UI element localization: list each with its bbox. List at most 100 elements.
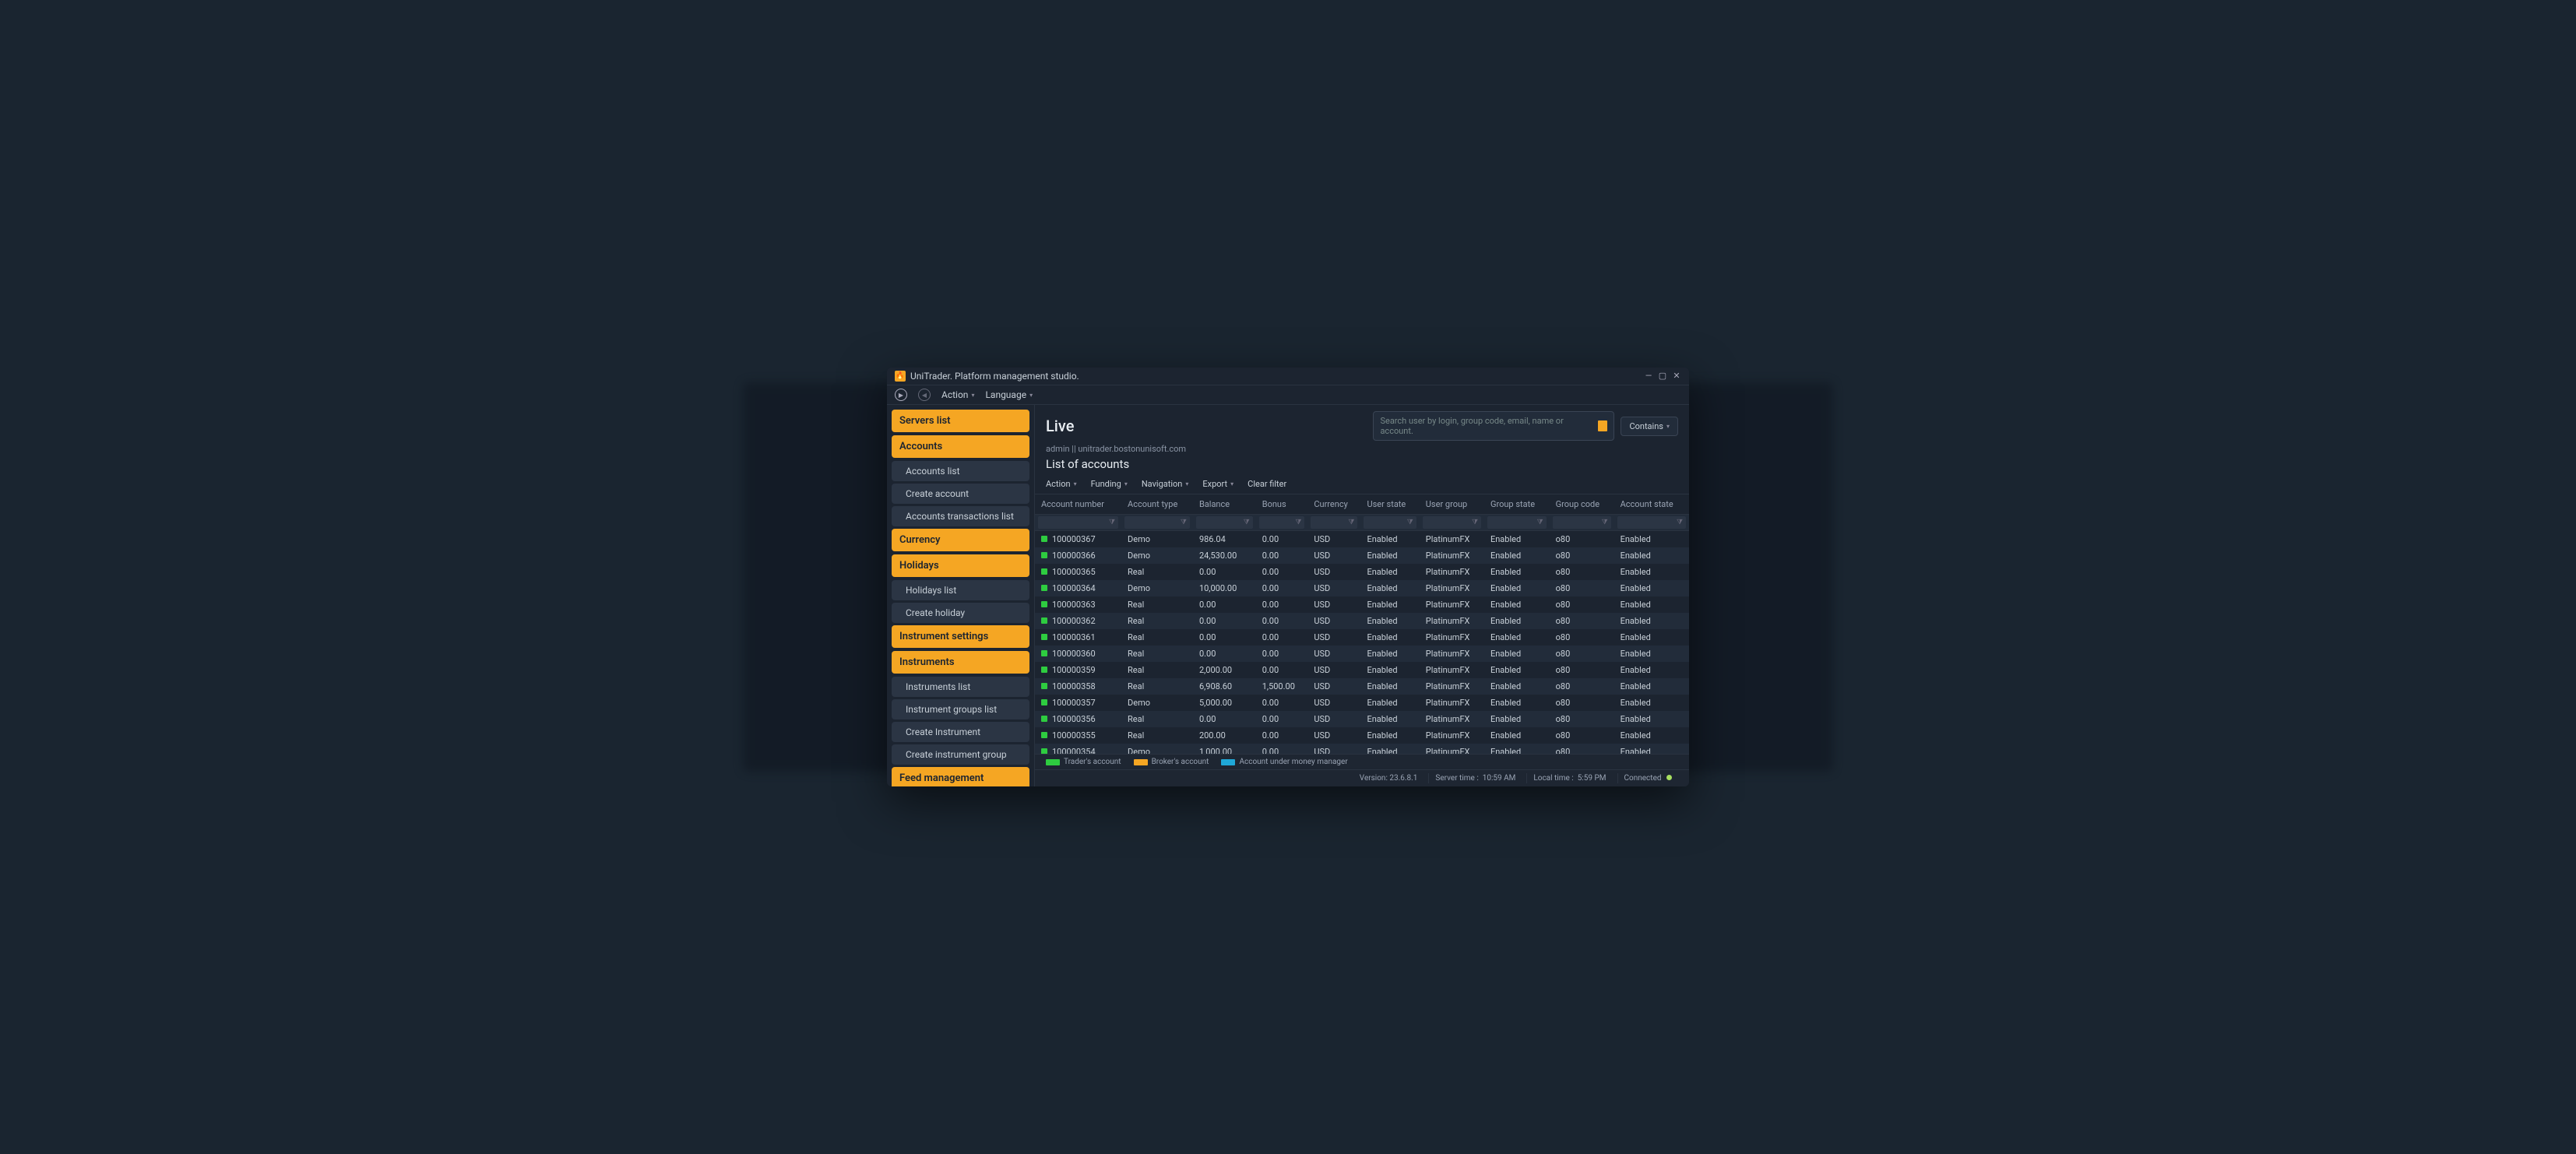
sidebar-section-instruments[interactable]: Instruments — [892, 651, 1029, 674]
column-header[interactable]: Bonus — [1256, 494, 1308, 515]
table-row[interactable]: 100000354Demo1,000.000.00USDEnabledPlati… — [1035, 744, 1689, 754]
maximize-icon[interactable]: ▢ — [1658, 371, 1667, 381]
nav-forward-icon[interactable]: ▶ — [895, 389, 907, 401]
status-connection: Connected — [1617, 773, 1679, 783]
column-header[interactable]: Group code — [1550, 494, 1614, 515]
column-filter-input[interactable]: ⧩ — [1196, 516, 1253, 529]
sidebar-section-accounts[interactable]: Accounts — [892, 435, 1029, 458]
table-cell: Enabled — [1484, 678, 1550, 695]
filter-icon: ⧩ — [1677, 519, 1683, 526]
account-status-dot-icon — [1041, 667, 1047, 673]
column-filter-input[interactable]: ⧩ — [1553, 516, 1611, 529]
table-cell: Enabled — [1484, 662, 1550, 678]
sidebar-section-servers-list[interactable]: Servers list — [892, 410, 1029, 432]
table-cell: Enabled — [1360, 662, 1419, 678]
search-dropdown-handle[interactable] — [1598, 420, 1607, 431]
table-row[interactable]: 100000356Real0.000.00USDEnabledPlatinumF… — [1035, 711, 1689, 727]
table-cell: Enabled — [1614, 711, 1689, 727]
column-filter-input[interactable]: ⧩ — [1617, 516, 1686, 529]
table-cell: Enabled — [1614, 727, 1689, 744]
clear-filter-button[interactable]: Clear filter — [1248, 479, 1286, 489]
table-cell: 0.00 — [1193, 646, 1256, 662]
table-cell: o80 — [1550, 547, 1614, 564]
page-title: Live — [1046, 417, 1074, 435]
table-cell: Enabled — [1360, 695, 1419, 711]
table-cell: PlatinumFX — [1420, 727, 1484, 744]
table-cell: Demo — [1121, 695, 1193, 711]
sidebar-item-holidays-list[interactable]: Holidays list — [892, 580, 1029, 600]
sidebar-section-instrument-settings[interactable]: Instrument settings — [892, 625, 1029, 648]
column-filter-input[interactable]: ⧩ — [1038, 516, 1118, 529]
sidebar-item-instruments-list[interactable]: Instruments list — [892, 677, 1029, 697]
table-cell: Real — [1121, 662, 1193, 678]
filter-mode-dropdown[interactable]: Contains ▾ — [1621, 417, 1678, 436]
sidebar-section-currency[interactable]: Currency — [892, 529, 1029, 551]
table-navigation-menu[interactable]: Navigation ▾ — [1142, 479, 1189, 489]
column-header[interactable]: Account state — [1614, 494, 1689, 515]
table-row[interactable]: 100000364Demo10,000.000.00USDEnabledPlat… — [1035, 580, 1689, 596]
table-cell: Enabled — [1484, 629, 1550, 646]
table-cell: Enabled — [1614, 678, 1689, 695]
table-cell: Demo — [1121, 547, 1193, 564]
table-row[interactable]: 100000360Real0.000.00USDEnabledPlatinumF… — [1035, 646, 1689, 662]
table-cell: Real — [1121, 646, 1193, 662]
table-cell: 200.00 — [1193, 727, 1256, 744]
search-input[interactable]: Search user by login, group code, email,… — [1373, 411, 1614, 441]
sidebar-item-accounts-list[interactable]: Accounts list — [892, 461, 1029, 481]
table-row[interactable]: 100000355Real200.000.00USDEnabledPlatinu… — [1035, 727, 1689, 744]
table-cell: 0.00 — [1256, 662, 1308, 678]
table-row[interactable]: 100000366Demo24,530.000.00USDEnabledPlat… — [1035, 547, 1689, 564]
sidebar-item-accounts-transactions-list[interactable]: Accounts transactions list — [892, 506, 1029, 526]
sidebar-item-instrument-groups-list[interactable]: Instrument groups list — [892, 699, 1029, 719]
table-cell: USD — [1307, 646, 1360, 662]
account-status-dot-icon — [1041, 536, 1047, 542]
column-header[interactable]: Account number — [1035, 494, 1121, 515]
sidebar-item-create-instrument[interactable]: Create Instrument — [892, 722, 1029, 742]
column-filter-input[interactable]: ⧩ — [1124, 516, 1190, 529]
table-action-menu[interactable]: Action ▾ — [1046, 479, 1077, 489]
table-row[interactable]: 100000367Demo986.040.00USDEnabledPlatinu… — [1035, 531, 1689, 548]
table-cell: Enabled — [1484, 596, 1550, 613]
table-cell: 100000362 — [1035, 613, 1121, 629]
column-header[interactable]: Currency — [1307, 494, 1360, 515]
column-header[interactable]: Account type — [1121, 494, 1193, 515]
table-export-menu[interactable]: Export ▾ — [1202, 479, 1233, 489]
column-header[interactable]: User state — [1360, 494, 1419, 515]
table-row[interactable]: 100000365Real0.000.00USDEnabledPlatinumF… — [1035, 564, 1689, 580]
table-row[interactable]: 100000358Real6,908.601,500.00USDEnabledP… — [1035, 678, 1689, 695]
table-cell: 100000355 — [1035, 727, 1121, 744]
table-cell: USD — [1307, 727, 1360, 744]
column-header[interactable]: Balance — [1193, 494, 1256, 515]
sidebar-item-create-account[interactable]: Create account — [892, 484, 1029, 504]
minimize-icon[interactable]: — — [1644, 371, 1653, 381]
table-cell: o80 — [1550, 662, 1614, 678]
column-filter-input[interactable]: ⧩ — [1364, 516, 1416, 529]
table-cell: PlatinumFX — [1420, 662, 1484, 678]
table-row[interactable]: 100000362Real0.000.00USDEnabledPlatinumF… — [1035, 613, 1689, 629]
table-row[interactable]: 100000363Real0.000.00USDEnabledPlatinumF… — [1035, 596, 1689, 613]
language-menu[interactable]: Language ▾ — [985, 389, 1033, 400]
table-row[interactable]: 100000357Demo5,000.000.00USDEnabledPlati… — [1035, 695, 1689, 711]
sidebar-section-feed-management[interactable]: Feed management — [892, 767, 1029, 786]
table-funding-menu[interactable]: Funding ▾ — [1091, 479, 1128, 489]
column-filter-input[interactable]: ⧩ — [1259, 516, 1305, 529]
table-cell: 10,000.00 — [1193, 580, 1256, 596]
accounts-table-wrap[interactable]: Account numberAccount typeBalanceBonusCu… — [1035, 494, 1689, 754]
column-filter-input[interactable]: ⧩ — [1311, 516, 1357, 529]
action-menu[interactable]: Action ▾ — [941, 389, 974, 400]
close-icon[interactable]: ✕ — [1672, 371, 1681, 381]
nav-back-icon[interactable]: ◀ — [918, 389, 931, 401]
sidebar-item-create-instrument-group[interactable]: Create instrument group — [892, 744, 1029, 765]
sidebar-item-create-holiday[interactable]: Create holiday — [892, 603, 1029, 623]
table-cell: 100000359 — [1035, 662, 1121, 678]
language-menu-label: Language — [985, 389, 1026, 400]
column-filter-input[interactable]: ⧩ — [1423, 516, 1481, 529]
sidebar-section-holidays[interactable]: Holidays — [892, 554, 1029, 577]
column-header[interactable]: Group state — [1484, 494, 1550, 515]
column-filter-input[interactable]: ⧩ — [1487, 516, 1547, 529]
table-row[interactable]: 100000361Real0.000.00USDEnabledPlatinumF… — [1035, 629, 1689, 646]
legend-swatch-trader — [1046, 759, 1060, 765]
table-row[interactable]: 100000359Real2,000.000.00USDEnabledPlati… — [1035, 662, 1689, 678]
column-header[interactable]: User group — [1420, 494, 1484, 515]
table-cell: Real — [1121, 727, 1193, 744]
